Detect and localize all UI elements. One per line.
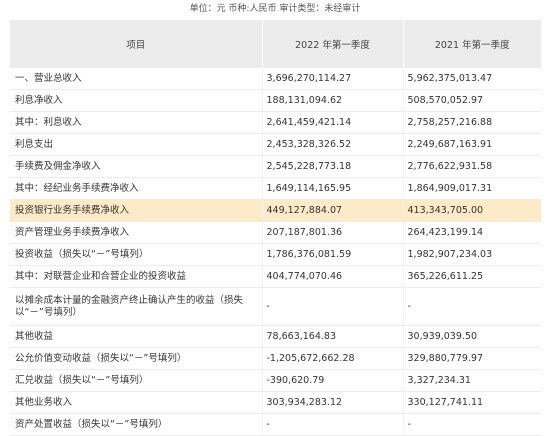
row-label: 利息净收入 bbox=[10, 89, 263, 112]
value-2022-q1: 2,545,228,773.18 bbox=[262, 155, 404, 178]
row-label: 资产管理业务手续费净收入 bbox=[10, 221, 263, 244]
column-header-2022-q1: 2022 年第一季度 bbox=[262, 20, 404, 68]
value-2022-q1: 303,934,283.12 bbox=[262, 391, 404, 414]
table-row: 公允价值变动收益（损失以“－”号填列） -1,205,672,662.28 32… bbox=[10, 347, 541, 370]
row-label: 资产处置收益（损失以“－”号填列） bbox=[10, 413, 263, 436]
value-2022-q1: 2,453,328,326.52 bbox=[262, 133, 404, 156]
value-2022-q1: 3,696,270,114.27 bbox=[262, 68, 404, 90]
table-row: 资产管理业务手续费净收入 207,187,801.36 264,423,199.… bbox=[10, 221, 541, 244]
table-row: 一、营业总收入 3,696,270,114.27 5,962,375,013.4… bbox=[10, 68, 541, 90]
value-2022-q1: 449,127,884.07 bbox=[262, 199, 404, 222]
value-2022-q1: - bbox=[262, 413, 404, 436]
row-label: 其中：利息收入 bbox=[10, 111, 263, 134]
row-label: 其他业务收入 bbox=[10, 391, 263, 414]
value-2022-q1: 1,649,114,165.95 bbox=[262, 177, 404, 200]
value-2021-q1: 413,343,705.00 bbox=[403, 199, 541, 222]
value-2021-q1: 2,758,257,216.88 bbox=[403, 111, 541, 134]
table-row: 其他业务收入 303,934,283.12 330,127,741.11 bbox=[10, 391, 541, 414]
value-2021-q1: 5,962,375,013.47 bbox=[403, 68, 541, 90]
value-2021-q1: 330,127,741.11 bbox=[403, 391, 541, 414]
value-2022-q1: -1,205,672,662.28 bbox=[262, 347, 404, 370]
value-2021-q1: 365,226,611.25 bbox=[403, 265, 541, 288]
value-2021-q1: 508,570,052.97 bbox=[403, 89, 541, 112]
table-row: 其中：经纪业务手续费净收入 1,649,114,165.95 1,864,909… bbox=[10, 177, 541, 200]
table-row: 资产处置收益（损失以“－”号填列） - - bbox=[10, 413, 541, 436]
table-row-highlighted: 投资银行业务手续费净收入 449,127,884.07 413,343,705.… bbox=[10, 199, 541, 222]
row-label: 其中：经纪业务手续费净收入 bbox=[10, 177, 263, 200]
value-2022-q1: 207,187,801.36 bbox=[262, 221, 404, 244]
row-label: 其他收益 bbox=[10, 325, 263, 348]
table-row: 利息净收入 188,131,094.62 508,570,052.97 bbox=[10, 89, 541, 112]
value-2021-q1: 1,864,909,017.31 bbox=[403, 177, 541, 200]
value-2022-q1: 188,131,094.62 bbox=[262, 89, 404, 112]
row-label: 汇兑收益（损失以“－”号填列） bbox=[10, 369, 263, 392]
row-label: 一、营业总收入 bbox=[10, 68, 263, 90]
row-label: 投资银行业务手续费净收入 bbox=[10, 199, 263, 222]
income-statement-table: 项目 2022 年第一季度 2021 年第一季度 一、营业总收入 3,696,2… bbox=[10, 20, 541, 436]
row-label: 手续费及佣金净收入 bbox=[10, 155, 263, 178]
row-label: 以摊余成本计量的金融资产终止确认产生的收益（损失以“－”号填列） bbox=[10, 287, 263, 326]
row-label: 公允价值变动收益（损失以“－”号填列） bbox=[10, 347, 263, 370]
column-header-item: 项目 bbox=[10, 20, 263, 68]
table-row: 其他收益 78,663,164.83 30,939,039.50 bbox=[10, 325, 541, 348]
table-row: 投资收益（损失以“－”号填列） 1,786,376,081.59 1,982,9… bbox=[10, 243, 541, 266]
value-2021-q1: 2,776,622,931.58 bbox=[403, 155, 541, 178]
value-2022-q1: -390,620.79 bbox=[262, 369, 404, 392]
value-2021-q1: - bbox=[403, 287, 541, 326]
value-2021-q1: 1,982,907,234.03 bbox=[403, 243, 541, 266]
table-row: 利息支出 2,453,328,326.52 2,249,687,163.91 bbox=[10, 133, 541, 156]
value-2022-q1: 404,774,070.46 bbox=[262, 265, 404, 288]
table-row: 汇兑收益（损失以“－”号填列） -390,620.79 3,327,234.31 bbox=[10, 369, 541, 392]
value-2021-q1: 30,939,039.50 bbox=[403, 325, 541, 348]
table-meta-line: 单位：元 币种:人民币 审计类型：未经审计 bbox=[189, 4, 361, 14]
value-2021-q1: 264,423,199.14 bbox=[403, 221, 541, 244]
value-2021-q1: - bbox=[403, 413, 541, 436]
row-label: 利息支出 bbox=[10, 133, 263, 156]
table-row: 其中：对联营企业和合营企业的投资收益 404,774,070.46 365,22… bbox=[10, 265, 541, 288]
column-header-2021-q1: 2021 年第一季度 bbox=[403, 20, 541, 68]
row-label: 其中：对联营企业和合营企业的投资收益 bbox=[10, 265, 263, 288]
value-2022-q1: 78,663,164.83 bbox=[262, 325, 404, 348]
table-row: 其中：利息收入 2,641,459,421.14 2,758,257,216.8… bbox=[10, 111, 541, 134]
value-2022-q1: - bbox=[262, 287, 404, 326]
table-row: 以摊余成本计量的金融资产终止确认产生的收益（损失以“－”号填列） - - bbox=[10, 287, 541, 326]
value-2022-q1: 1,786,376,081.59 bbox=[262, 243, 404, 266]
value-2021-q1: 3,327,234.31 bbox=[403, 369, 541, 392]
page: 单位：元 币种:人民币 审计类型：未经审计 项目 2022 年第一季度 2021… bbox=[0, 0, 550, 436]
value-2022-q1: 2,641,459,421.14 bbox=[262, 111, 404, 134]
value-2021-q1: 2,249,687,163.91 bbox=[403, 133, 541, 156]
table-header-row: 项目 2022 年第一季度 2021 年第一季度 bbox=[10, 20, 541, 68]
row-label: 投资收益（损失以“－”号填列） bbox=[10, 243, 263, 266]
value-2021-q1: 329,880,779.97 bbox=[403, 347, 541, 370]
table-row: 手续费及佣金净收入 2,545,228,773.18 2,776,622,931… bbox=[10, 155, 541, 178]
